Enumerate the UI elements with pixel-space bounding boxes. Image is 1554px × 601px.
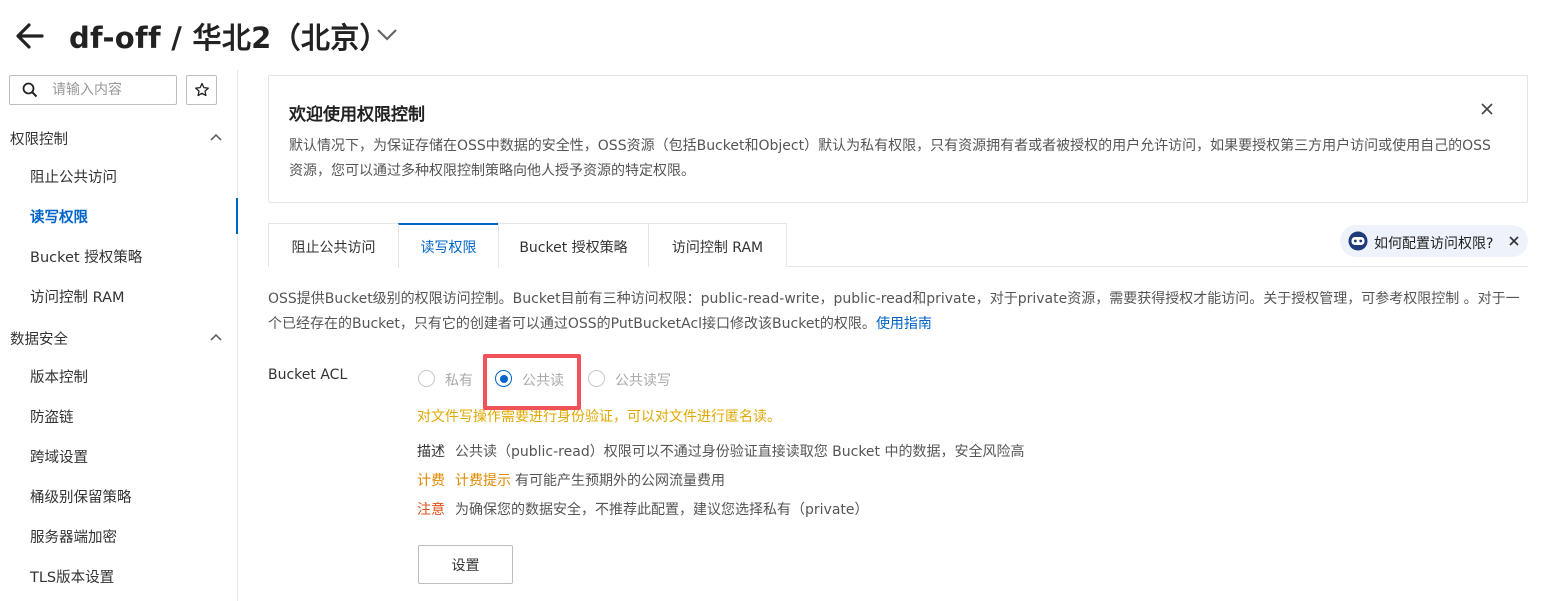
- acl-note-key: 注意: [417, 502, 445, 518]
- radio-public-read[interactable]: 公共读: [495, 369, 571, 389]
- radio-public-read-write[interactable]: 公共读写: [588, 369, 678, 389]
- sidebar-item-server-side-encryption[interactable]: 服务器端加密: [0, 518, 237, 554]
- acl-desc-value: 公共读（public-read）权限可以不通过身份验证直接读取您 Bucket …: [455, 444, 1025, 460]
- tab-block-public-access[interactable]: 阻止公共访问: [268, 223, 399, 267]
- sidebar-item-label: 防盗链: [30, 410, 74, 426]
- welcome-title: 欢迎使用权限控制: [289, 105, 425, 125]
- sidebar-item-label: 读写权限: [30, 210, 88, 226]
- sidebar-item-bucket-policy[interactable]: Bucket 授权策略: [0, 238, 237, 274]
- sidebar-item-label: 服务器端加密: [30, 530, 117, 546]
- chevron-down-icon[interactable]: [375, 24, 399, 44]
- tab-bucket-policy[interactable]: Bucket 授权策略: [498, 223, 649, 267]
- tab-label: 访问控制 RAM: [671, 240, 764, 256]
- radio-label: 公共读写: [615, 373, 671, 389]
- tab-label: 读写权限: [420, 240, 477, 256]
- star-icon: [195, 82, 209, 97]
- sidebar-item-retention-policy[interactable]: 桶级别保留策略: [0, 478, 237, 514]
- radio-circle: [495, 370, 512, 387]
- sidebar-item-label: 版本控制: [30, 370, 88, 386]
- help-chip-label: 如何配置访问权限?: [1374, 236, 1494, 252]
- bucket-acl-label: Bucket ACL: [268, 367, 348, 383]
- sidebar-item-label: 阻止公共访问: [30, 170, 117, 186]
- radio-label: 私有: [445, 373, 473, 389]
- robot-icon: [1348, 231, 1368, 251]
- sidebar-item-ram[interactable]: 访问控制 RAM: [0, 278, 237, 314]
- sidebar-item-cors[interactable]: 跨域设置: [0, 438, 237, 474]
- sidebar-group-label: 数据安全: [10, 332, 68, 348]
- sidebar-item-label: Bucket 授权策略: [30, 250, 143, 266]
- acl-billing-key: 计费: [417, 473, 445, 489]
- acl-description: OSS提供Bucket级别的权限访问控制。Bucket目前有三种访问权限：pub…: [268, 287, 1530, 337]
- usage-guide-link[interactable]: 使用指南: [876, 316, 932, 332]
- arrow-left-icon[interactable]: [12, 18, 48, 54]
- acl-note-value: 为确保您的数据安全，不推荐此配置，建议您选择私有（private）: [455, 502, 869, 518]
- radio-circle: [588, 370, 605, 387]
- sidebar-item-read-write-permission[interactable]: 读写权限: [0, 198, 238, 234]
- sidebar-item-label: 桶级别保留策略: [30, 490, 132, 506]
- acl-billing-value: 有可能产生预期外的公网流量费用: [515, 473, 725, 489]
- page-header: df-off / 华北2（北京）: [0, 0, 1554, 70]
- radio-circle: [418, 370, 435, 387]
- sidebar-item-label: 跨域设置: [30, 450, 88, 466]
- acl-desc-key: 描述: [417, 444, 445, 460]
- sidebar-group-label: 权限控制: [10, 132, 68, 148]
- chevron-up-icon: [210, 333, 222, 341]
- tab-read-write-permission[interactable]: 读写权限: [398, 223, 499, 268]
- acl-note-row: 注意 为确保您的数据安全，不推荐此配置，建议您选择私有（private）: [417, 499, 869, 519]
- radio-private[interactable]: 私有: [418, 369, 478, 389]
- tab-ram[interactable]: 访问控制 RAM: [648, 223, 787, 267]
- sidebar-item-versioning[interactable]: 版本控制: [0, 358, 237, 394]
- close-icon[interactable]: [1508, 235, 1520, 247]
- welcome-text: 默认情况下，为保证存储在OSS中数据的安全性，OSS资源（包括Bucket和Ob…: [289, 138, 1491, 179]
- sidebar-item-label: 访问控制 RAM: [30, 290, 125, 306]
- welcome-banner: 欢迎使用权限控制 默认情况下，为保证存储在OSS中数据的安全性，OSS资源（包括…: [268, 75, 1528, 203]
- sidebar-item-label: TLS版本设置: [30, 570, 115, 586]
- acl-billing-row: 计费 计费提示 有可能产生预期外的公网流量费用: [417, 470, 725, 490]
- sidebar-group-data-security[interactable]: 数据安全: [0, 322, 236, 354]
- sidebar-item-hotlink-protection[interactable]: 防盗链: [0, 398, 237, 434]
- search-icon: [22, 82, 38, 98]
- favorite-button[interactable]: [186, 75, 217, 105]
- acl-warning: 对文件写操作需要进行身份验证，可以对文件进行匿名读。: [417, 409, 781, 425]
- tab-bar: 阻止公共访问 读写权限 Bucket 授权策略 访问控制 RAM: [268, 223, 1528, 268]
- tab-label: Bucket 授权策略: [519, 240, 628, 256]
- tab-label: 阻止公共访问: [291, 240, 376, 256]
- sidebar-item-tls-version[interactable]: TLS版本设置: [0, 558, 237, 594]
- billing-tip: 计费提示: [455, 473, 511, 489]
- sidebar-item-block-public-access[interactable]: 阻止公共访问: [0, 158, 237, 194]
- close-icon[interactable]: [1479, 101, 1495, 117]
- help-chip[interactable]: 如何配置访问权限?: [1340, 225, 1528, 257]
- sidebar-group-access-control[interactable]: 权限控制: [0, 122, 236, 154]
- search-input[interactable]: [52, 80, 170, 100]
- radio-label: 公共读: [522, 373, 564, 389]
- sidebar: 权限控制 阻止公共访问 读写权限 Bucket 授权策略 访问控制 RAM 数据…: [0, 70, 238, 601]
- search-field[interactable]: [9, 75, 177, 105]
- set-button[interactable]: 设置: [418, 545, 513, 584]
- acl-desc-row: 描述 公共读（public-read）权限可以不通过身份验证直接读取您 Bucke…: [417, 441, 1025, 461]
- chevron-up-icon: [210, 133, 222, 141]
- page-title: df-off / 华北2（北京）: [69, 21, 389, 55]
